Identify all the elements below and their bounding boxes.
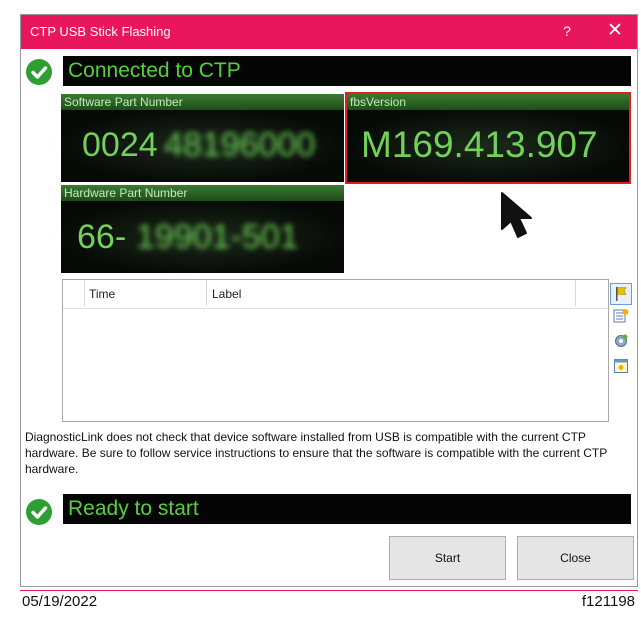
hardware-part-number-obscured: 19901-501 <box>136 218 299 256</box>
start-button[interactable]: Start <box>389 536 506 580</box>
hardware-part-number-header: Hardware Part Number <box>61 185 344 201</box>
title-bar: CTP USB Stick Flashing ? ✕ <box>21 15 637 49</box>
settings-icon[interactable] <box>613 333 629 349</box>
pointer-arrow-icon <box>498 190 550 246</box>
log-table-header: Time Label <box>63 280 608 309</box>
log-table[interactable]: Time Label <box>62 279 609 422</box>
software-part-number-label: Software Part Number <box>64 95 183 109</box>
software-part-number-obscured: 48196000 <box>164 126 316 164</box>
hardware-part-number-label: Hardware Part Number <box>64 186 188 200</box>
software-part-number-panel: 0024 48196000 <box>61 110 344 182</box>
close-window-button[interactable]: ✕ <box>605 19 625 43</box>
ready-status-text: Ready to start <box>68 497 199 520</box>
footer-date: 05/19/2022 <box>22 593 98 610</box>
window-title: CTP USB Stick Flashing <box>30 24 171 39</box>
software-part-number-header: Software Part Number <box>61 94 344 110</box>
software-part-number-value: 0024 <box>82 126 158 164</box>
column-divider <box>84 280 85 306</box>
connection-status-text: Connected to CTP <box>68 59 241 82</box>
column-divider <box>575 280 576 306</box>
check-circle-icon <box>26 499 52 525</box>
close-button[interactable]: Close <box>517 536 634 580</box>
column-divider <box>206 280 207 306</box>
compatibility-notice: DiagnosticLink does not check that devic… <box>25 430 608 476</box>
check-circle-icon <box>26 59 52 85</box>
column-header-label[interactable]: Label <box>212 287 241 301</box>
flag-icon <box>616 287 627 301</box>
ready-status-bar: Ready to start <box>63 494 631 524</box>
export-icon[interactable] <box>613 308 629 324</box>
connection-status-bar: Connected to CTP <box>63 56 631 86</box>
column-header-time[interactable]: Time <box>89 287 115 301</box>
fbs-version-highlight-box <box>345 92 631 184</box>
hardware-part-number-panel: 66- 19901-501 <box>61 201 344 273</box>
help-button[interactable]: ? <box>557 23 577 41</box>
footer-figure-id: f121198 <box>581 593 635 610</box>
notes-icon[interactable] <box>613 358 629 374</box>
flag-button[interactable] <box>610 283 632 305</box>
footer-divider <box>20 590 638 591</box>
hardware-part-number-value: 66- <box>77 218 127 256</box>
